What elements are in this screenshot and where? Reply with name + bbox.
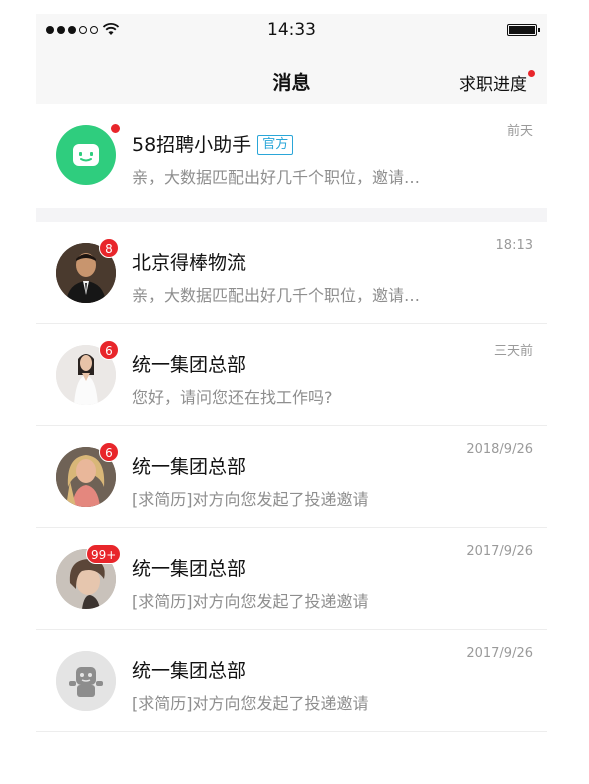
avatar: 8 — [56, 238, 119, 303]
contact-name: 统一集团总部 — [132, 456, 247, 478]
contact-name: 北京得棒物流 — [132, 252, 247, 274]
list-footer — [36, 732, 547, 770]
avatar: 6 — [56, 340, 119, 405]
unread-count-badge: 8 — [99, 238, 119, 258]
list-item-assistant[interactable]: 58招聘小助手 官方 亲，大数据匹配出好几千个职位，邀请… 前天 — [36, 104, 547, 208]
nav-bar: 消息 求职进度 — [36, 50, 547, 104]
status-bar: 14:33 — [36, 14, 547, 50]
job-progress-button[interactable]: 求职进度 — [459, 70, 527, 95]
message-time: 前天 — [506, 124, 533, 139]
avatar: 99+ — [56, 544, 122, 609]
job-progress-unread-dot — [528, 70, 535, 77]
message-time: 2018/9/26 — [466, 442, 533, 457]
list-item[interactable]: 统一集团总部 [求简历]对方向您发起了投递邀请 2017/9/26 — [36, 630, 547, 732]
section-divider — [36, 208, 547, 222]
contact-name: 统一集团总部 — [132, 660, 247, 682]
message-preview: [求简历]对方向您发起了投递邀请 — [132, 694, 369, 713]
unread-count-badge: 99+ — [86, 544, 122, 564]
unread-count-badge: 6 — [99, 340, 119, 360]
list-item[interactable]: 99+ 统一集团总部 [求简历]对方向您发起了投递邀请 2017/9/26 — [36, 528, 547, 630]
list-item[interactable]: 6 统一集团总部 [求简历]对方向您发起了投递邀请 2018/9/26 — [36, 426, 547, 528]
message-preview: 亲，大数据匹配出好几千个职位，邀请… — [132, 168, 421, 187]
message-preview: [求简历]对方向您发起了投递邀请 — [132, 490, 369, 509]
message-preview: 亲，大数据匹配出好几千个职位，邀请… — [132, 286, 421, 305]
list-item[interactable]: 6 统一集团总部 您好，请问您还在找工作吗? 三天前 — [36, 324, 547, 426]
official-tag: 官方 — [257, 135, 294, 155]
unread-dot — [110, 123, 121, 134]
avatar — [56, 123, 121, 185]
avatar — [56, 651, 116, 711]
unread-count-badge: 6 — [99, 442, 119, 462]
message-list: 58招聘小助手 官方 亲，大数据匹配出好几千个职位，邀请… 前天 8 北京得棒物… — [36, 104, 547, 770]
contact-name: 统一集团总部 — [132, 558, 247, 580]
message-time: 三天前 — [493, 344, 533, 359]
list-item[interactable]: 8 北京得棒物流 亲，大数据匹配出好几千个职位，邀请… 18:13 — [36, 222, 547, 324]
message-time: 2017/9/26 — [466, 646, 533, 661]
avatar: 6 — [56, 442, 119, 507]
contact-name: 统一集团总部 — [132, 354, 247, 376]
message-preview: 您好，请问您还在找工作吗? — [132, 388, 333, 407]
message-time: 2017/9/26 — [466, 544, 533, 559]
default-robot-avatar-icon — [56, 651, 116, 711]
message-preview: [求简历]对方向您发起了投递邀请 — [132, 592, 369, 611]
assistant-robot-icon — [73, 144, 99, 166]
message-time: 18:13 — [495, 238, 533, 253]
contact-name: 58招聘小助手 官方 — [132, 130, 294, 157]
phone-screen: 14:33 消息 求职进度 58招聘小助手 官方 亲，大数据匹配出好几千个职位，… — [36, 14, 547, 770]
battery-icon — [507, 24, 540, 36]
status-time: 14:33 — [267, 20, 316, 40]
